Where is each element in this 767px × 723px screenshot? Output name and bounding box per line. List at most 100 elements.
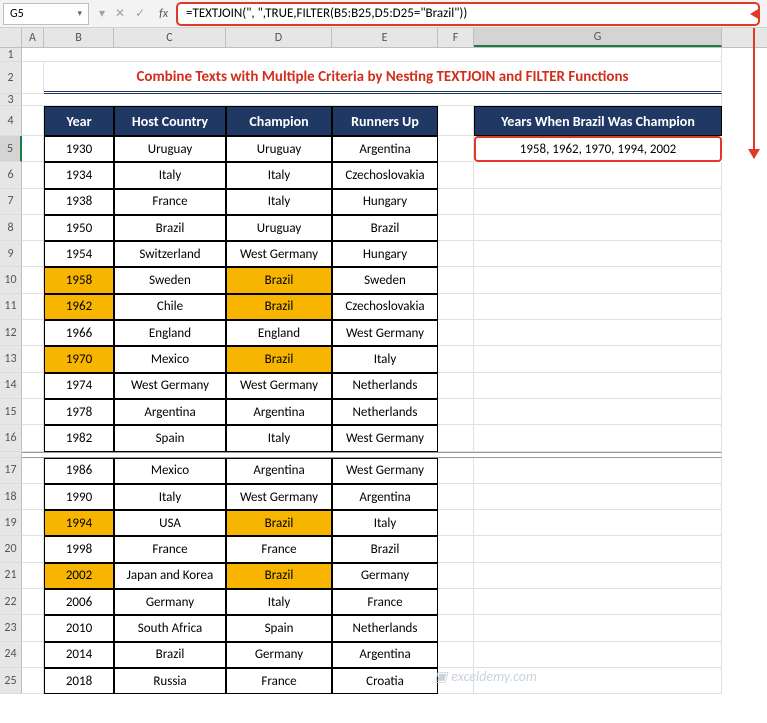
cell-G6[interactable]	[474, 162, 722, 188]
cell-year-22[interactable]: 2006	[44, 589, 114, 615]
cell-A7[interactable]	[22, 189, 44, 215]
cell-runner-23[interactable]: Netherlands	[332, 615, 438, 641]
row-header-2[interactable]: 2	[0, 62, 22, 94]
cell-A21[interactable]	[22, 563, 44, 589]
cell-F11[interactable]	[438, 294, 474, 320]
cell-runner-13[interactable]: Italy	[332, 346, 438, 372]
row-header-15[interactable]: 15	[0, 399, 22, 425]
cell-G12[interactable]	[474, 320, 722, 346]
cell-A11[interactable]	[22, 294, 44, 320]
cell-runner-9[interactable]: Hungary	[332, 241, 438, 267]
cell-year-14[interactable]: 1974	[44, 373, 114, 399]
cell-G14[interactable]	[474, 373, 722, 399]
column-header-C[interactable]: C	[114, 28, 226, 47]
cell-runner-24[interactable]: Argentina	[332, 642, 438, 668]
cell-G16[interactable]	[474, 425, 722, 451]
cell-G17[interactable]	[474, 458, 722, 484]
chevron-down-icon[interactable]: ▾	[77, 8, 82, 19]
result-cell[interactable]: 1958, 1962, 1970, 1994, 2002	[474, 136, 722, 162]
cell-F22[interactable]	[438, 589, 474, 615]
row-header-21[interactable]: 21	[0, 563, 22, 589]
cell-champ-12[interactable]: England	[226, 320, 332, 346]
formula-bar[interactable]: =TEXTJOIN(", ",TRUE,FILTER(B5:B25,D5:D25…	[176, 2, 760, 26]
row-header-12[interactable]: 12	[0, 320, 22, 346]
cell-G8[interactable]	[474, 215, 722, 241]
row-header-9[interactable]: 9	[0, 241, 22, 267]
cell-host-20[interactable]: France	[114, 536, 226, 562]
row-header-8[interactable]: 8	[0, 215, 22, 241]
cell-runner-14[interactable]: Netherlands	[332, 373, 438, 399]
column-header-D[interactable]: D	[226, 28, 332, 47]
cell-runner-17[interactable]: West Germany	[332, 458, 438, 484]
cell-year-7[interactable]: 1938	[44, 189, 114, 215]
name-box[interactable]: G5 ▾	[3, 3, 89, 25]
row-header-18[interactable]: 18	[0, 484, 22, 510]
row-header-1[interactable]: 1	[0, 48, 22, 62]
row-header-5[interactable]: 5	[0, 136, 22, 162]
cell-A19[interactable]	[22, 510, 44, 536]
cell-host-11[interactable]: Chile	[114, 294, 226, 320]
cell-F6[interactable]	[438, 162, 474, 188]
column-header-B[interactable]: B	[44, 28, 114, 47]
cell-A25[interactable]	[22, 668, 44, 694]
cell-runner-25[interactable]: Croatia	[332, 668, 438, 694]
cell-year-12[interactable]: 1966	[44, 320, 114, 346]
cell-G18[interactable]	[474, 484, 722, 510]
cell-F5[interactable]	[438, 136, 474, 162]
cell-G7[interactable]	[474, 189, 722, 215]
cell-year-5[interactable]: 1930	[44, 136, 114, 162]
cell-champ-25[interactable]: France	[226, 668, 332, 694]
row-header-17[interactable]: 17	[0, 458, 22, 484]
cell-A8[interactable]	[22, 215, 44, 241]
row-header-7[interactable]: 7	[0, 189, 22, 215]
cell-A13[interactable]	[22, 346, 44, 372]
row-header-13[interactable]: 13	[0, 346, 22, 372]
cell-runner-8[interactable]: Brazil	[332, 215, 438, 241]
cell-host-10[interactable]: Sweden	[114, 267, 226, 293]
cell-A20[interactable]	[22, 536, 44, 562]
cell-champ-13[interactable]: Brazil	[226, 346, 332, 372]
cell-F10[interactable]	[438, 267, 474, 293]
column-header-F[interactable]: F	[438, 28, 474, 47]
cell-G20[interactable]	[474, 536, 722, 562]
cell-year-10[interactable]: 1958	[44, 267, 114, 293]
cell-host-6[interactable]: Italy	[114, 162, 226, 188]
row-header-20[interactable]: 20	[0, 536, 22, 562]
cell-host-25[interactable]: Russia	[114, 668, 226, 694]
cell-year-9[interactable]: 1954	[44, 241, 114, 267]
cell-host-7[interactable]: France	[114, 189, 226, 215]
cell-runner-16[interactable]: West Germany	[332, 425, 438, 451]
cell-A4[interactable]	[22, 106, 44, 136]
cell-F16[interactable]	[438, 425, 474, 451]
cell-year-16[interactable]: 1982	[44, 425, 114, 451]
cell-champ-20[interactable]: France	[226, 536, 332, 562]
row-header-19[interactable]: 19	[0, 510, 22, 536]
cell-empty-3[interactable]	[22, 94, 722, 106]
cell-runner-20[interactable]: Brazil	[332, 536, 438, 562]
cell-host-21[interactable]: Japan and Korea	[114, 563, 226, 589]
cell-G10[interactable]	[474, 267, 722, 293]
cell-A18[interactable]	[22, 484, 44, 510]
cell-host-23[interactable]: South Africa	[114, 615, 226, 641]
cell-F14[interactable]	[438, 373, 474, 399]
row-header-24[interactable]: 24	[0, 642, 22, 668]
cell-empty-1[interactable]	[22, 48, 722, 62]
cell-F23[interactable]	[438, 615, 474, 641]
cell-A22[interactable]	[22, 589, 44, 615]
cell-host-16[interactable]: Spain	[114, 425, 226, 451]
cell-year-8[interactable]: 1950	[44, 215, 114, 241]
row-header-23[interactable]: 23	[0, 615, 22, 641]
cell-runner-19[interactable]: Italy	[332, 510, 438, 536]
row-header-11[interactable]: 11	[0, 294, 22, 320]
cell-host-24[interactable]: Brazil	[114, 642, 226, 668]
cell-year-25[interactable]: 2018	[44, 668, 114, 694]
cell-host-22[interactable]: Germany	[114, 589, 226, 615]
cell-year-23[interactable]: 2010	[44, 615, 114, 641]
column-header-E[interactable]: E	[332, 28, 438, 47]
cell-host-13[interactable]: Mexico	[114, 346, 226, 372]
select-all-corner[interactable]	[0, 28, 22, 47]
cell-year-13[interactable]: 1970	[44, 346, 114, 372]
cell-champ-5[interactable]: Uruguay	[226, 136, 332, 162]
cell-year-18[interactable]: 1990	[44, 484, 114, 510]
fx-icon[interactable]: fx	[155, 7, 172, 21]
